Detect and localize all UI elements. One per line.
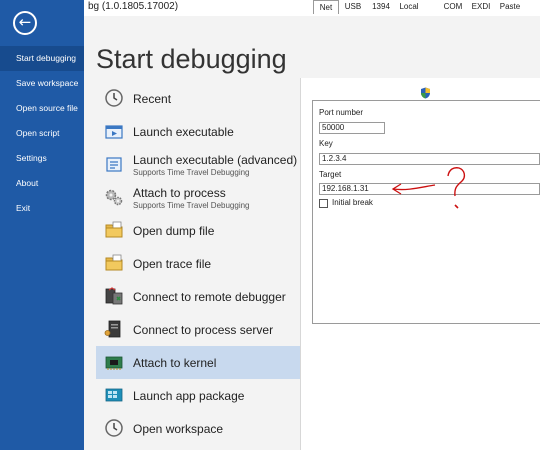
- port-number-input[interactable]: 50000: [319, 122, 385, 134]
- sidebar: ← Start debugging Save workspace Open so…: [0, 0, 84, 450]
- option-launch-app-package[interactable]: Launch app package: [96, 379, 300, 412]
- option-connect-remote-debugger[interactable]: Connect to remote debugger: [96, 280, 300, 313]
- key-label: Key: [319, 139, 333, 148]
- option-launch-executable[interactable]: Launch executable: [96, 115, 300, 148]
- option-label: Connect to process server: [133, 323, 274, 337]
- option-label: Recent: [133, 92, 172, 106]
- kernel-chip-icon: [105, 356, 123, 370]
- port-number-label: Port number: [319, 108, 364, 117]
- sidebar-item-open-script[interactable]: Open script: [0, 121, 84, 146]
- shield-icon: [421, 87, 430, 99]
- tab-net[interactable]: Net: [313, 0, 339, 14]
- tab-exdi[interactable]: EXDI: [468, 0, 494, 14]
- process-server-icon: [104, 320, 121, 338]
- option-open-workspace[interactable]: Open workspace: [96, 412, 300, 445]
- option-sublabel: Supports Time Travel Debugging: [133, 168, 250, 177]
- dump-file-icon: [105, 221, 123, 238]
- sidebar-item-start-debugging[interactable]: Start debugging: [0, 46, 84, 71]
- tab-paste[interactable]: Paste: [497, 0, 523, 14]
- back-arrow-icon[interactable]: ←: [13, 11, 37, 35]
- app-package-icon: [105, 388, 123, 402]
- option-sublabel: Supports Time Travel Debugging: [133, 201, 250, 210]
- tab-com[interactable]: COM: [440, 0, 466, 14]
- remote-debugger-icon: [105, 287, 123, 305]
- tab-1394[interactable]: 1394: [367, 0, 395, 14]
- sidebar-item-save-workspace[interactable]: Save workspace: [0, 71, 84, 96]
- option-attach-to-kernel[interactable]: Attach to kernel: [96, 346, 300, 379]
- launch-executable-icon: [105, 125, 123, 139]
- option-label: Open dump file: [133, 224, 215, 238]
- initial-break-checkbox[interactable]: [319, 199, 328, 208]
- window-title: bg (1.0.1805.17002): [88, 1, 179, 12]
- option-label: Attach to kernel: [133, 356, 217, 370]
- sidebar-item-open-source-file[interactable]: Open source file: [0, 96, 84, 121]
- option-label: Open trace file: [133, 257, 212, 271]
- option-attach-to-process[interactable]: Attach to process Supports Time Travel D…: [96, 181, 300, 214]
- handwritten-annotation: [391, 167, 466, 209]
- gears-icon: [105, 189, 123, 206]
- option-label: Launch executable (advanced): [133, 153, 298, 167]
- option-label: Connect to remote debugger: [133, 290, 286, 304]
- option-label: Open workspace: [133, 422, 224, 436]
- launch-advanced-icon: [106, 157, 122, 172]
- target-label: Target: [319, 170, 342, 179]
- option-label: Launch executable: [133, 125, 234, 139]
- sidebar-item-about[interactable]: About: [0, 171, 84, 196]
- page-title: Start debugging: [96, 44, 287, 74]
- clock-icon: [105, 419, 123, 437]
- clock-icon: [105, 89, 123, 107]
- sidebar-item-exit[interactable]: Exit: [0, 196, 84, 221]
- initial-break-label: Initial break: [332, 198, 373, 207]
- option-open-dump-file[interactable]: Open dump file: [96, 214, 300, 247]
- trace-file-icon: [105, 254, 123, 271]
- option-label: Launch app package: [133, 389, 245, 403]
- option-recent[interactable]: Recent: [96, 82, 300, 115]
- option-connect-process-server[interactable]: Connect to process server: [96, 313, 300, 346]
- sidebar-item-settings[interactable]: Settings: [0, 146, 84, 171]
- option-label: Attach to process: [133, 186, 226, 200]
- option-open-trace-file[interactable]: Open trace file: [96, 247, 300, 280]
- tab-local[interactable]: Local: [398, 0, 420, 14]
- tab-usb[interactable]: USB: [340, 0, 366, 14]
- option-launch-executable-advanced[interactable]: Launch executable (advanced) Supports Ti…: [96, 148, 300, 181]
